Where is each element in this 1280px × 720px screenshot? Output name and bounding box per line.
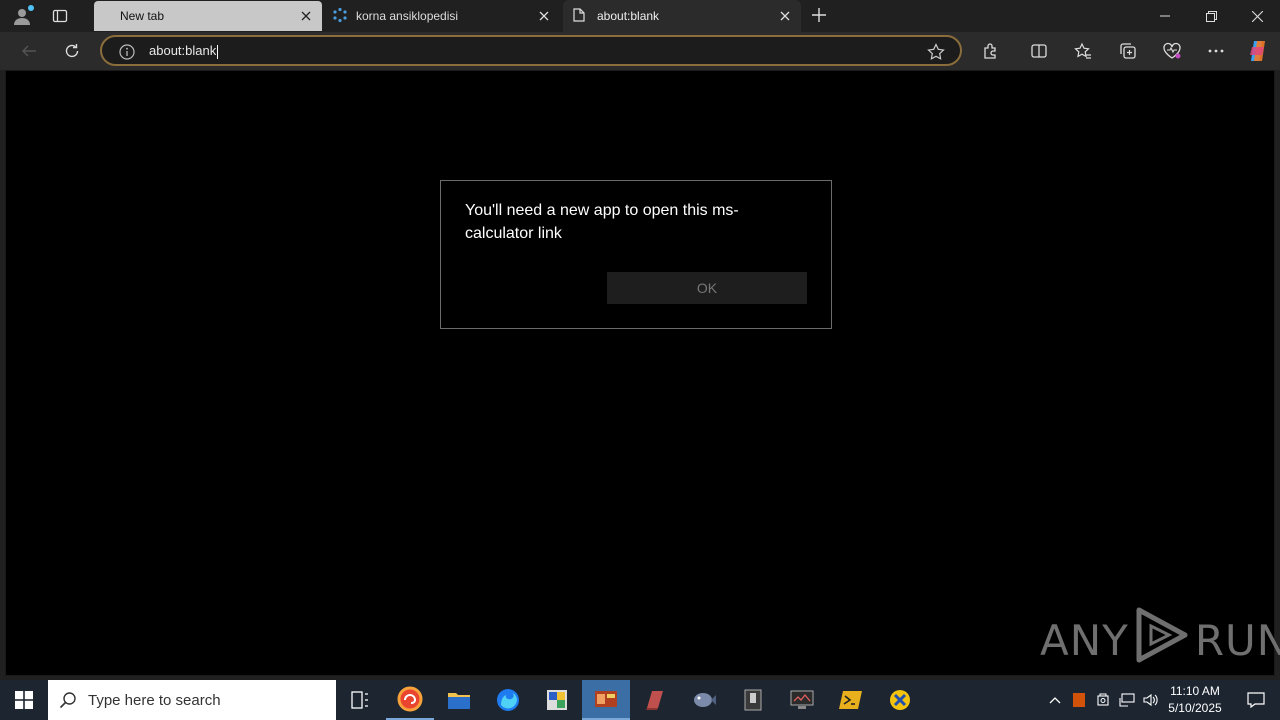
more-options-icon[interactable]: [1201, 37, 1231, 65]
tray-device-icon[interactable]: [1092, 680, 1114, 720]
browser-essentials-icon[interactable]: [1157, 37, 1187, 65]
tab-label: New tab: [120, 9, 165, 23]
anyrun-watermark: ANY RUN: [1040, 607, 1280, 670]
app-window-icon[interactable]: [582, 680, 630, 720]
clock-time: 11:10 AM: [1170, 684, 1220, 698]
tab-label: korna ansiklopedisi: [356, 9, 459, 23]
network-icon[interactable]: [1116, 680, 1138, 720]
url-text[interactable]: about:blank: [149, 43, 219, 59]
show-hidden-icons-chevron-icon[interactable]: [1044, 680, 1066, 720]
close-tab-icon[interactable]: [777, 8, 793, 24]
close-tab-icon[interactable]: [536, 8, 552, 24]
volume-icon[interactable]: [1140, 680, 1162, 720]
clock-date: 5/10/2025: [1168, 701, 1222, 715]
archive-app-icon[interactable]: [729, 680, 777, 720]
browser-toolbar: about:blank: [0, 32, 1280, 70]
page-icon: [573, 7, 585, 25]
notification-icon[interactable]: [1232, 680, 1280, 720]
play-logo-icon: [1133, 606, 1191, 674]
info-icon[interactable]: [118, 43, 136, 61]
collections-icon[interactable]: [1113, 37, 1143, 65]
taskbar-search-box[interactable]: Type here to search: [48, 680, 336, 720]
dialog-message: You'll need a new app to open this ms-ca…: [465, 202, 739, 242]
minimize-icon[interactable]: [1142, 0, 1188, 32]
tab-about-blank[interactable]: about:blank: [563, 0, 801, 32]
split-screen-icon[interactable]: [1024, 37, 1054, 65]
search-icon: [48, 691, 88, 709]
powershell-icon[interactable]: [827, 680, 875, 720]
tray-app-icon[interactable]: [1068, 680, 1090, 720]
extensions-icon[interactable]: [976, 37, 1006, 65]
tab-new-tab[interactable]: New tab: [94, 1, 322, 31]
copilot-icon[interactable]: [1243, 37, 1273, 65]
watermark-text-right: RUN: [1194, 615, 1280, 665]
ok-button[interactable]: OK: [607, 272, 807, 304]
browser-window: New tab korna ansiklopedisi about:blank: [0, 0, 1280, 680]
page-content: [5, 70, 1275, 676]
refresh-icon[interactable]: [57, 37, 87, 65]
tab-label: about:blank: [597, 9, 660, 23]
tab-actions-icon[interactable]: [46, 4, 74, 28]
tools-app-icon[interactable]: [876, 680, 924, 720]
fish-app-icon[interactable]: [680, 680, 728, 720]
add-favorite-star-icon[interactable]: [926, 42, 946, 62]
book-app-icon[interactable]: [631, 680, 679, 720]
profile-icon[interactable]: [8, 2, 36, 30]
taskbar: Type here to search 11:10 AM 5/10/2025: [0, 680, 1280, 720]
back-arrow-icon[interactable]: [14, 37, 44, 65]
new-tab-icon[interactable]: [808, 4, 830, 26]
address-bar[interactable]: about:blank: [100, 35, 962, 66]
favorites-icon[interactable]: [1068, 37, 1098, 65]
edge-browser-icon[interactable]: [386, 680, 434, 720]
image-viewer-icon[interactable]: [533, 680, 581, 720]
close-window-icon[interactable]: [1234, 0, 1280, 32]
windows-start-icon[interactable]: [0, 680, 48, 720]
firefox-icon[interactable]: [484, 680, 532, 720]
search-placeholder: Type here to search: [88, 691, 221, 709]
close-tab-icon[interactable]: [298, 8, 314, 24]
restore-icon[interactable]: [1188, 0, 1234, 32]
loading-icon: [332, 7, 348, 26]
file-explorer-icon[interactable]: [435, 680, 483, 720]
tab-strip: New tab korna ansiklopedisi about:blank: [0, 0, 1280, 32]
task-view-icon[interactable]: [336, 680, 384, 720]
tab-korna-ansiklopedisi[interactable]: korna ansiklopedisi: [324, 0, 560, 32]
monitor-app-icon[interactable]: [778, 680, 826, 720]
app-needed-dialog: You'll need a new app to open this ms-ca…: [440, 180, 832, 329]
watermark-text-left: ANY: [1040, 615, 1129, 665]
taskbar-clock[interactable]: 11:10 AM 5/10/2025: [1160, 683, 1230, 717]
